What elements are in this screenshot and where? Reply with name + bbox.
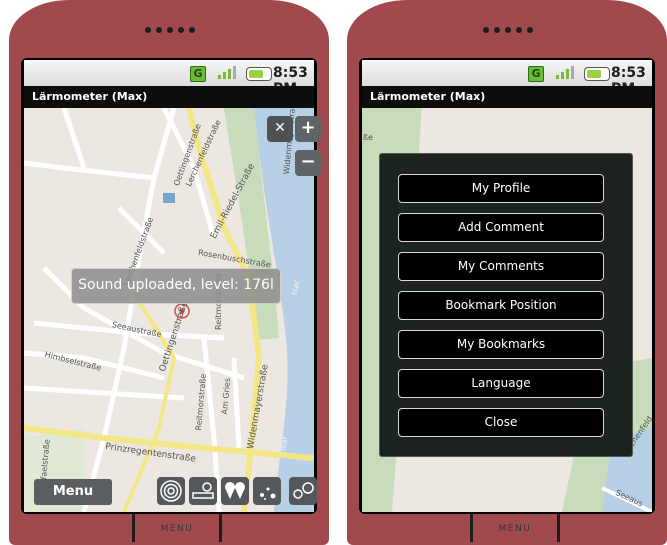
layers-icon[interactable]: ✕ [267,116,293,142]
map-pins-icon[interactable] [221,477,249,505]
zoom-in-button[interactable]: + [295,116,321,142]
app-title: Lärmometer (Max) [32,90,148,103]
upload-toast: Sound uploaded, level: 176l [71,268,281,304]
my-bookmarks-button[interactable]: My Bookmarks [398,330,604,359]
zoom-out-button[interactable]: − [295,150,321,176]
signal-icon [556,66,574,79]
map-view[interactable]: Oettingenstraße Lerchenfeldstraße Emil-R… [24,108,314,512]
status-bar: G 8:53 PM [362,60,652,97]
app-title-bar: Lärmometer (Max) [24,86,314,108]
app-title-bar: Lärmometer (Max) [362,86,652,108]
status-bar: G 8:53 PM [24,60,314,97]
sound-meter-icon[interactable] [189,477,217,505]
my-profile-button[interactable]: My Profile [398,174,604,203]
menu-button[interactable]: Menu [34,479,112,505]
app-title: Lärmometer (Max) [370,90,486,103]
record-sound-icon[interactable] [157,477,185,505]
share-icon[interactable] [289,477,317,505]
add-comment-button[interactable]: Add Comment [398,213,604,242]
my-comments-button[interactable]: My Comments [398,252,604,281]
battery-icon [584,67,610,81]
speaker-grille [145,27,195,35]
close-button[interactable]: Close [398,408,604,437]
battery-icon [246,67,272,81]
network-g-icon: G [190,66,206,82]
noise-map-icon[interactable] [253,477,281,505]
language-button[interactable]: Language [398,369,604,398]
map-label: ße [363,133,373,142]
bookmark-position-button[interactable]: Bookmark Position [398,291,604,320]
phone-left: G 8:53 PM Lärmometer (Max) [9,0,329,545]
options-menu: My Profile Add Comment My Comments Bookm… [379,153,633,457]
network-g-icon: G [528,66,544,82]
hardware-menu-key[interactable]: MENU [132,514,222,542]
speaker-grille [483,27,533,35]
hardware-menu-key[interactable]: MENU [470,514,560,542]
signal-icon [218,66,236,79]
